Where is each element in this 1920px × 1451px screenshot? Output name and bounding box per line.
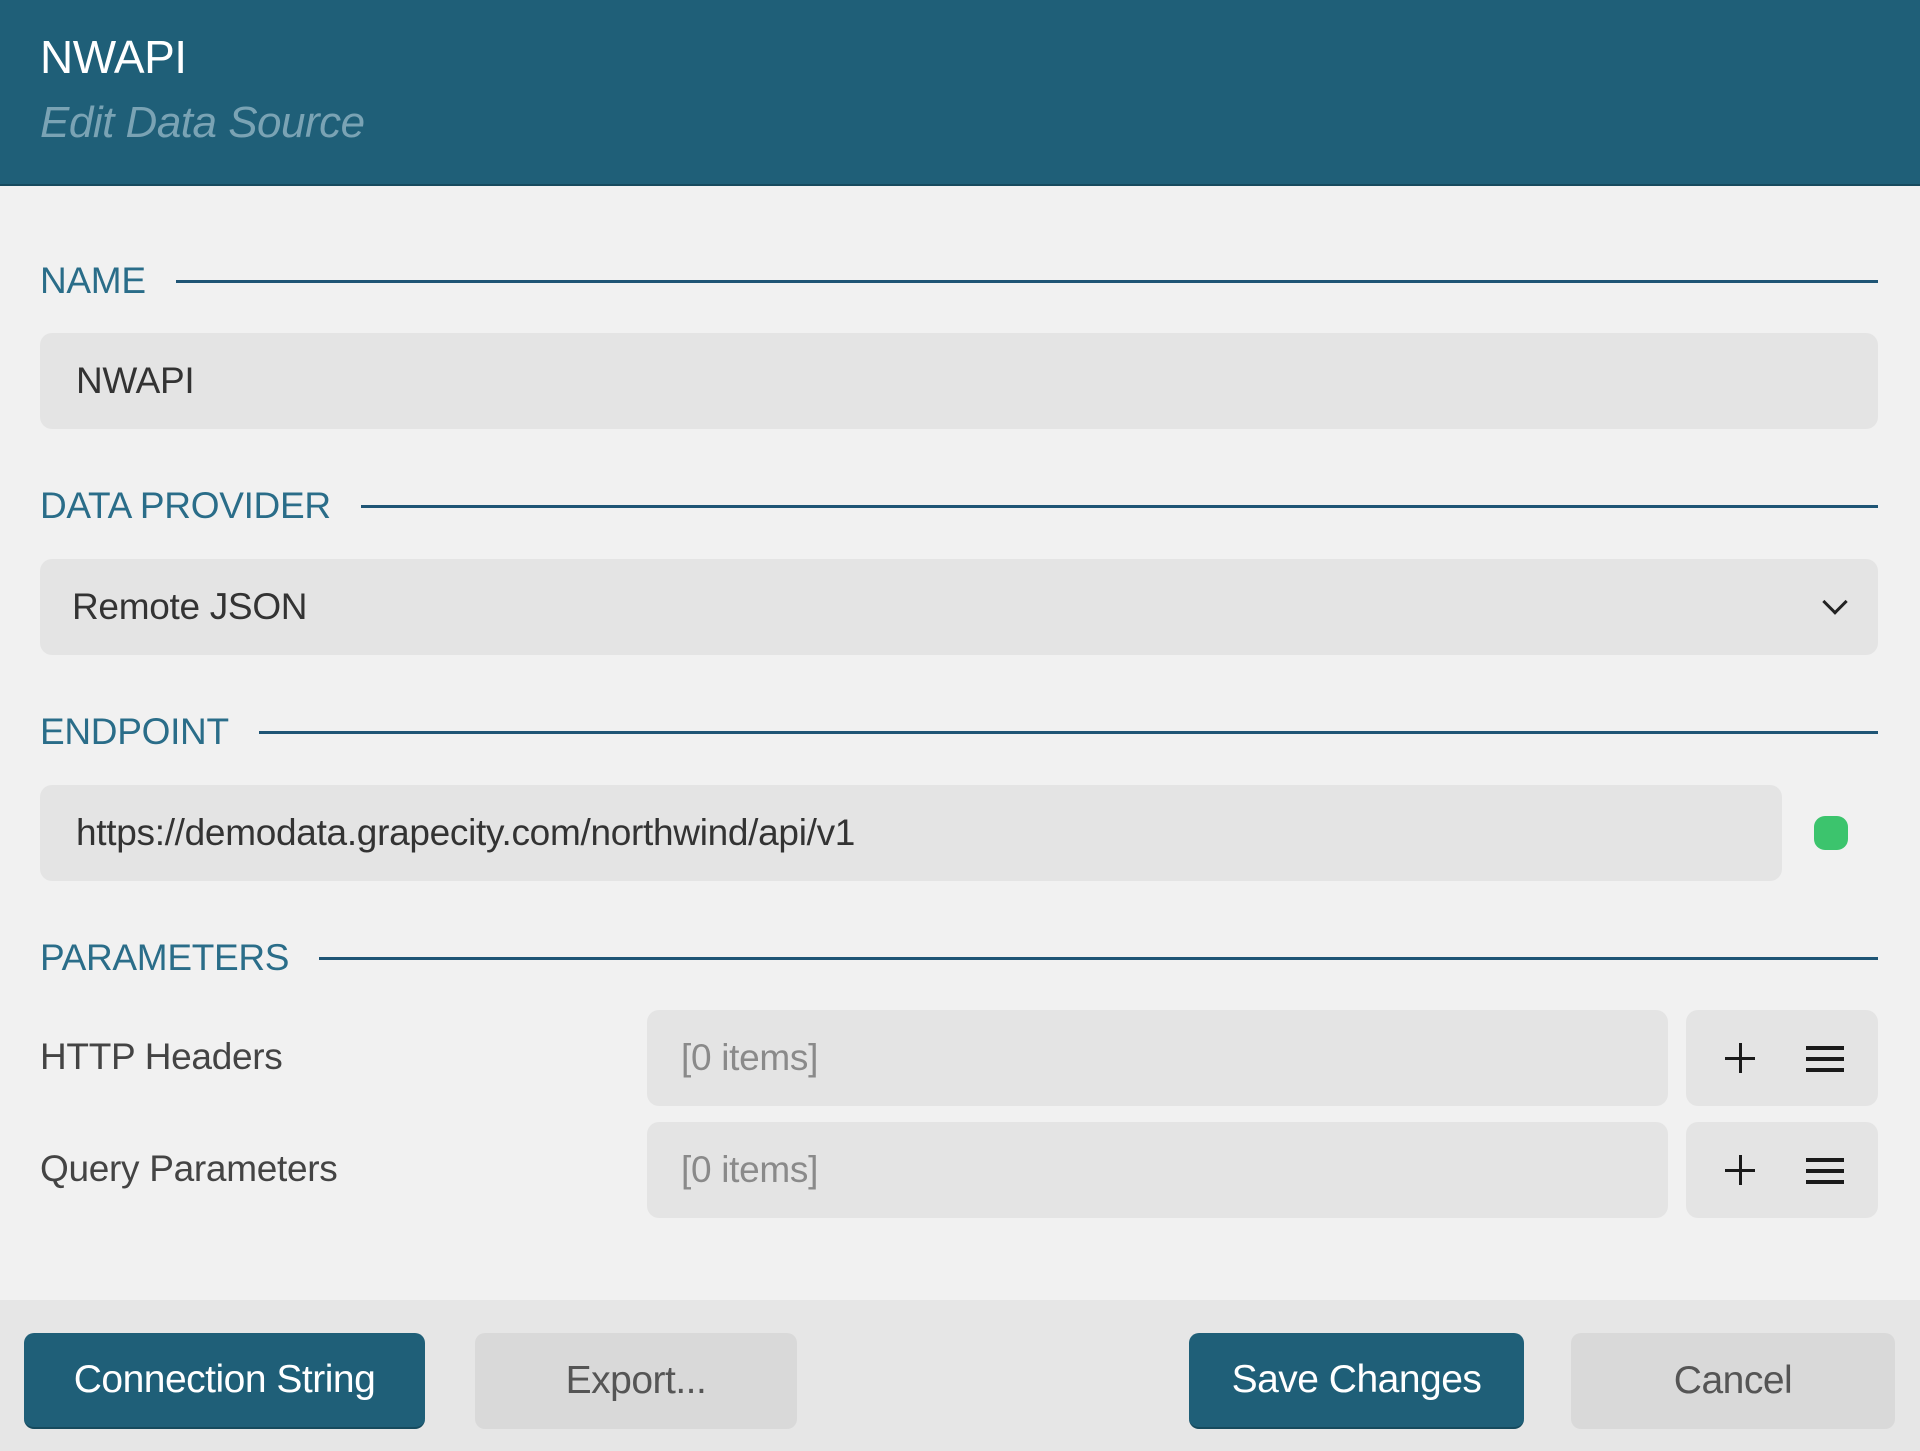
edit-http-headers-menu-icon[interactable] <box>1796 1030 1852 1086</box>
http-headers-label: HTTP Headers <box>40 1036 283 1077</box>
endpoint-label: ENDPOINT <box>40 711 229 752</box>
name-section-header: NAME <box>40 260 1878 302</box>
endpoint-input-value: https://demodata.grapecity.com/northwind… <box>76 812 856 853</box>
add-query-parameter-plus-icon[interactable] <box>1712 1142 1768 1198</box>
parameters-section-header: PARAMETERS <box>40 937 1878 979</box>
http-headers-actions <box>1686 1010 1878 1106</box>
http-headers-field[interactable]: [0 items] <box>647 1010 1668 1106</box>
query-parameters-label: Query Parameters <box>40 1148 338 1189</box>
section-divider <box>175 279 1878 283</box>
data-provider-section-header: DATA PROVIDER <box>40 485 1878 527</box>
name-input[interactable]: NWAPI <box>40 333 1878 429</box>
section-divider <box>319 956 1878 960</box>
section-divider <box>360 504 1878 508</box>
save-changes-button[interactable]: Save Changes <box>1189 1333 1524 1429</box>
connection-status-indicator <box>1814 816 1848 850</box>
dialog-subtitle: Edit Data Source <box>40 98 365 147</box>
section-divider <box>258 730 1878 734</box>
dialog-header: NWAPI Edit Data Source <box>0 0 1920 186</box>
dialog-title: NWAPI <box>40 31 187 83</box>
query-parameters-value: [0 items] <box>681 1149 819 1190</box>
edit-query-parameters-menu-icon[interactable] <box>1796 1142 1852 1198</box>
name-label: NAME <box>40 260 146 301</box>
query-parameters-actions <box>1686 1122 1878 1218</box>
http-headers-value: [0 items] <box>681 1037 819 1078</box>
connection-string-button[interactable]: Connection String <box>24 1333 425 1429</box>
data-provider-selected-value: Remote JSON <box>72 586 308 627</box>
endpoint-section-header: ENDPOINT <box>40 711 1878 753</box>
add-http-header-plus-icon[interactable] <box>1712 1030 1768 1086</box>
endpoint-input[interactable]: https://demodata.grapecity.com/northwind… <box>40 785 1782 881</box>
export-button[interactable]: Export... <box>475 1333 797 1429</box>
parameters-label: PARAMETERS <box>40 937 290 978</box>
chevron-down-icon <box>1822 589 1848 615</box>
data-provider-select[interactable]: Remote JSON <box>40 559 1878 655</box>
query-parameters-field[interactable]: [0 items] <box>647 1122 1668 1218</box>
data-provider-label: DATA PROVIDER <box>40 485 331 526</box>
name-input-value: NWAPI <box>76 360 195 401</box>
cancel-button[interactable]: Cancel <box>1571 1333 1895 1429</box>
dialog-footer: Connection String Export... Save Changes… <box>0 1300 1920 1451</box>
